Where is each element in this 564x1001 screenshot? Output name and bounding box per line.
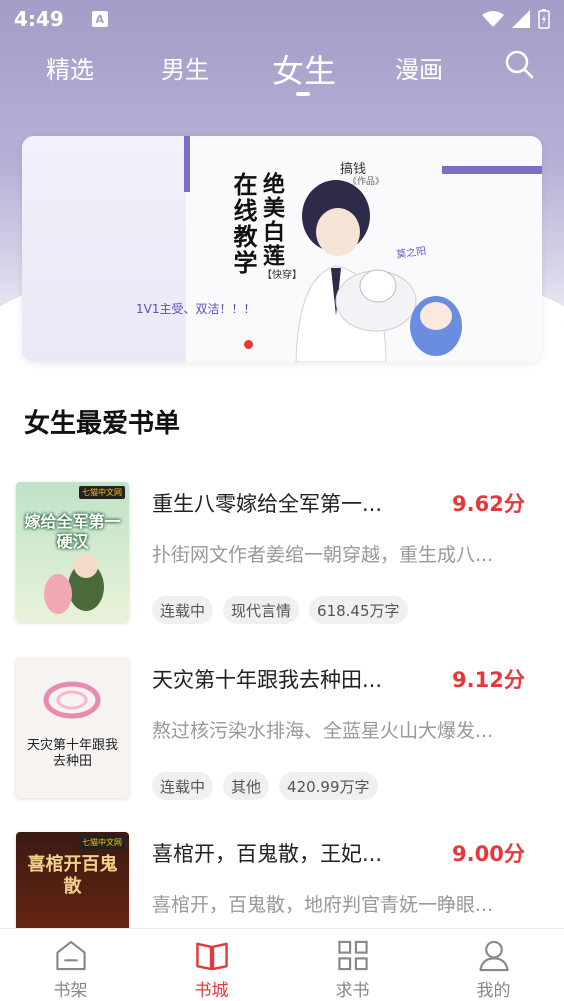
cover-art <box>43 681 101 719</box>
banner-author-sub: 《作品》 <box>348 177 385 187</box>
status-tag: 连载中 <box>152 772 214 800</box>
book-cover[interactable]: 天灾第十年跟我去种田 <box>16 658 129 798</box>
tab-featured[interactable]: 精选 <box>46 50 94 85</box>
battery-icon <box>538 9 550 29</box>
promo-banner[interactable]: 搞钱 《作品》 绝美白莲 在线教学 【快穿】 莫之阳 1V1主受、双洁！！！ <box>22 136 542 362</box>
nav-label: 我的 <box>476 981 511 1001</box>
grid-icon <box>337 940 368 971</box>
list-item[interactable]: 天灾第十年跟我去种田 天灾第十年跟我去种田... 9.12分 熬过核污染水排海、… <box>0 646 564 800</box>
tab-male[interactable]: 男生 <box>161 50 209 85</box>
nav-request-book[interactable]: 求书 <box>282 929 423 1001</box>
banner-slogan: 1V1主受、双洁！！！ <box>136 302 256 316</box>
banner-accent-bar <box>184 136 190 192</box>
cover-art <box>44 554 104 614</box>
tag-list: 连载中 现代言情 618.45万字 <box>152 596 408 624</box>
cover-badge: 七猫中文网 <box>79 836 125 849</box>
nav-profile[interactable]: 我的 <box>423 929 564 1001</box>
status-tag: 连载中 <box>152 596 214 624</box>
book-score: 9.12分 <box>452 668 525 692</box>
list-item[interactable]: 七猫中文网 嫁给全军第一硬汉 重生八零嫁给全军第一... 9.62分 扑街网文作… <box>0 470 564 624</box>
active-tab-indicator <box>296 92 310 96</box>
banner-title-line2: 在线教学 <box>229 172 258 276</box>
status-bar: 4:49 A <box>0 0 564 38</box>
nav-bookstore[interactable]: 书城 <box>141 929 282 1001</box>
wordcount-tag: 420.99万字 <box>279 772 378 800</box>
banner-title-tag: 【快穿】 <box>262 270 302 281</box>
carousel-indicator <box>244 340 253 349</box>
tab-female[interactable]: 女生 <box>272 46 336 92</box>
book-description: 熬过核污染水排海、全蓝星火山大爆发... <box>152 720 494 742</box>
nav-label: 书架 <box>53 981 88 1001</box>
section-title: 女生最爱书单 <box>24 409 181 439</box>
signal-icon <box>512 10 530 28</box>
search-icon[interactable] <box>503 48 535 80</box>
cover-title: 喜棺开百鬼散 <box>27 854 118 897</box>
genre-tag: 现代言情 <box>223 596 300 624</box>
book-title[interactable]: 重生八零嫁给全军第一... <box>152 488 382 518</box>
nav-bookshelf[interactable]: 书架 <box>0 929 141 1001</box>
user-icon <box>478 940 509 972</box>
bookshelf-icon <box>55 940 86 971</box>
book-title[interactable]: 天灾第十年跟我去种田... <box>152 664 382 694</box>
banner-left-panel <box>22 136 186 362</box>
book-cover[interactable]: 七猫中文网 嫁给全军第一硬汉 <box>16 482 129 622</box>
book-open-icon <box>195 942 228 971</box>
bottom-nav: 书架 书城 求书 我的 <box>0 928 564 1001</box>
cover-title: 天灾第十年跟我去种田 <box>26 738 118 769</box>
wifi-icon <box>482 11 504 27</box>
genre-tag: 其他 <box>223 772 270 800</box>
book-description: 扑街网文作者姜绾一朝穿越，重生成八... <box>152 544 494 566</box>
nav-label: 求书 <box>335 981 370 1001</box>
tab-comics[interactable]: 漫画 <box>395 50 443 85</box>
notification-icon: A <box>91 11 108 27</box>
book-score: 9.62分 <box>452 492 525 516</box>
tag-list: 连载中 其他 420.99万字 <box>152 772 378 800</box>
nav-label: 书城 <box>194 981 229 1001</box>
book-score: 9.00分 <box>452 842 525 866</box>
status-time: 4:49 <box>14 7 64 31</box>
book-description: 喜棺开，百鬼散，地府判官青妩一睁眼... <box>152 894 494 916</box>
book-title[interactable]: 喜棺开，百鬼散，王妃... <box>152 838 382 868</box>
banner-accent-line <box>442 166 542 174</box>
wordcount-tag: 618.45万字 <box>309 596 408 624</box>
top-tabs: 精选 男生 女生 漫画 <box>0 40 564 100</box>
